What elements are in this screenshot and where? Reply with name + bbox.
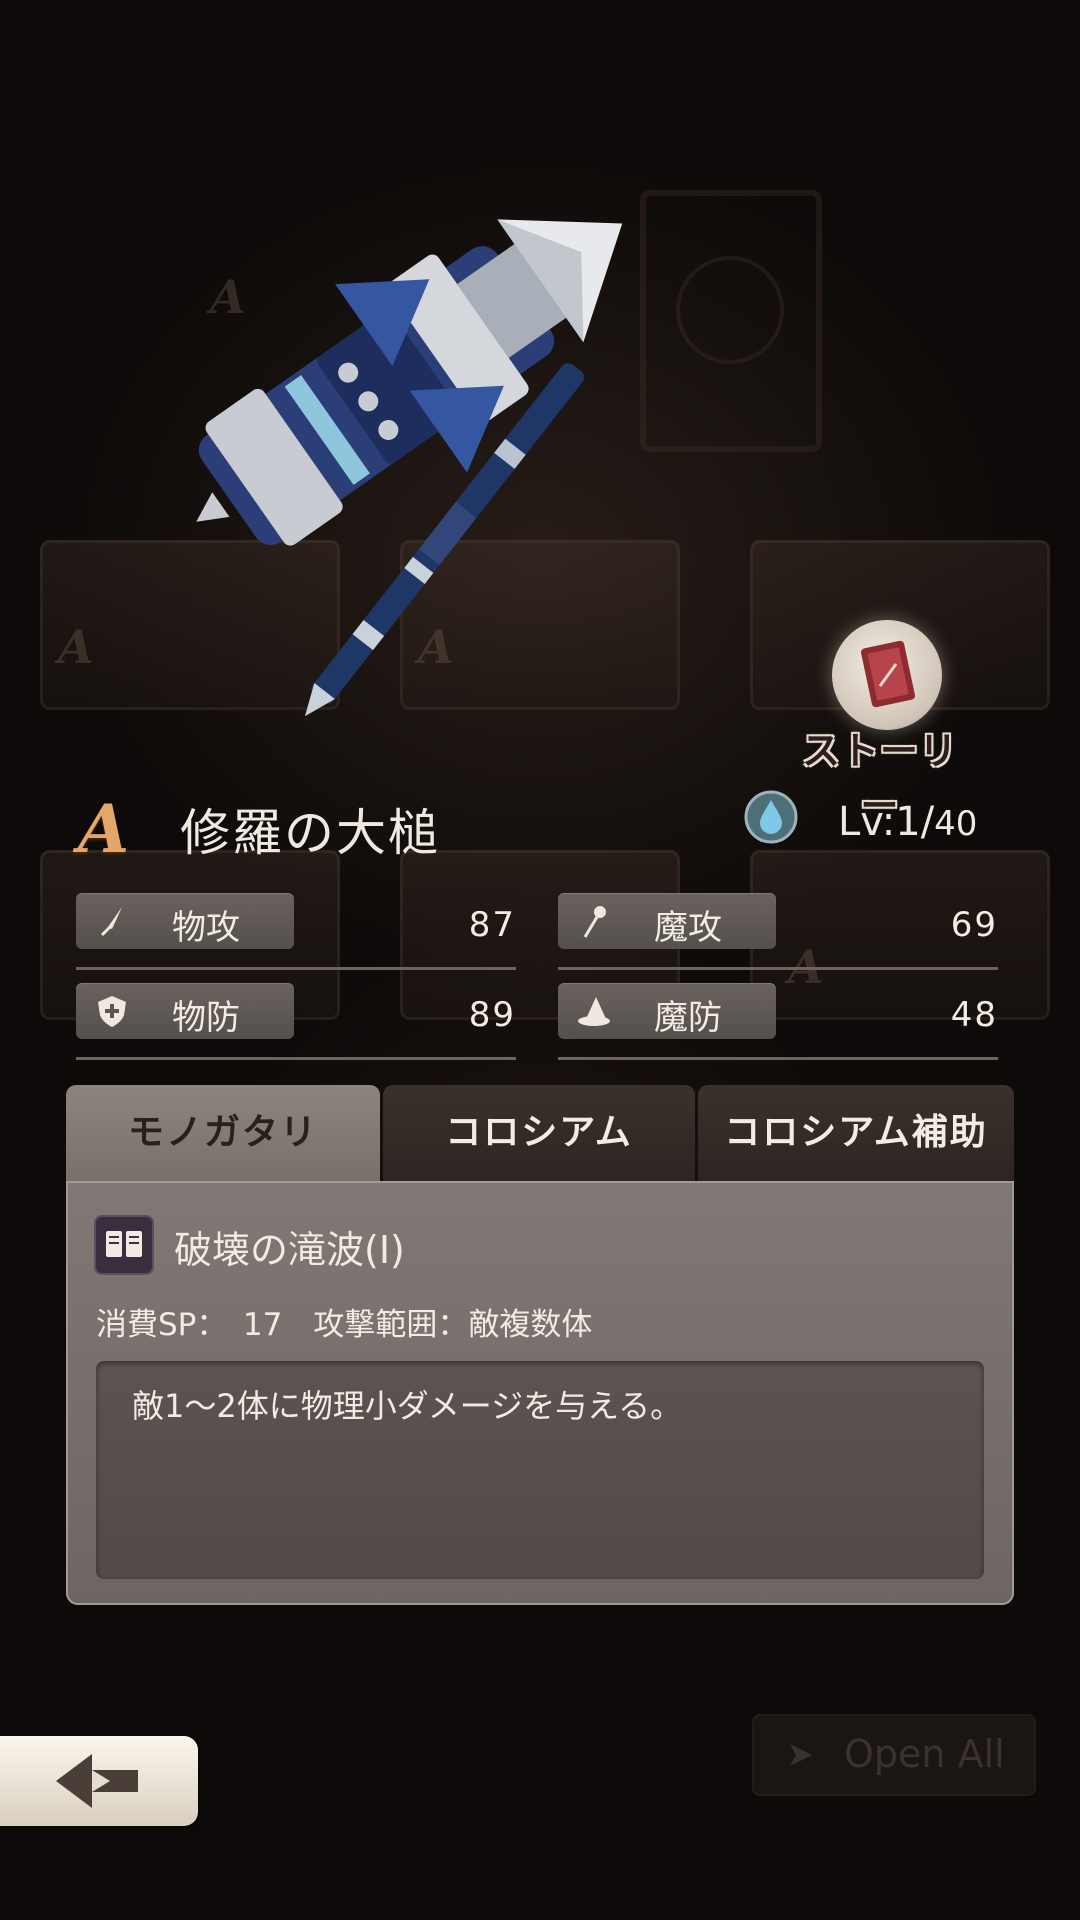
stat-label-box: 魔攻: [558, 893, 776, 949]
stat-value: 48: [950, 995, 998, 1035]
weapon-level: Lv:1/40: [838, 799, 977, 845]
stat-value: 87: [468, 905, 516, 945]
stat-label: 魔防: [654, 998, 722, 1038]
back-arrow-icon: [56, 1754, 138, 1808]
divider: [558, 967, 998, 970]
background-rank-letter: A: [58, 620, 94, 674]
stat-value: 89: [468, 995, 516, 1035]
back-button[interactable]: [0, 1736, 198, 1826]
book-icon: [94, 1215, 154, 1275]
weapon-name: 修羅の大槌: [180, 804, 440, 862]
hat-icon: [578, 997, 610, 1026]
story-book-icon: [832, 620, 942, 730]
stat-label-box: 物防: [76, 983, 294, 1039]
stat-label-box: 魔防: [558, 983, 776, 1039]
sword-icon: [100, 907, 122, 937]
stat-value: 69: [950, 905, 998, 945]
divider: [558, 1057, 998, 1060]
skill-panel: 破壊の滝波(Ⅰ) 消費SP： 17 攻撃範囲：敵複数体 敵1～2体に物理小ダメー…: [66, 1181, 1014, 1605]
staff-icon: [583, 906, 606, 938]
skill-description-box: 敵1～2体に物理小ダメージを与える。: [96, 1361, 984, 1579]
divider: [76, 967, 516, 970]
stat-label: 物攻: [172, 908, 240, 948]
stat-physical-defense: 物防 89: [76, 983, 516, 1061]
open-all-label: Open All: [844, 1732, 1005, 1776]
skill-meta: 消費SP： 17 攻撃範囲：敵複数体: [96, 1307, 593, 1343]
level-max: 40: [934, 804, 978, 844]
shield-icon: [98, 996, 126, 1027]
stat-label-box: 物攻: [76, 893, 294, 949]
tab-colosseum[interactable]: コロシアム: [383, 1085, 695, 1181]
skill-name: 破壊の滝波(Ⅰ): [174, 1228, 405, 1272]
stat-physical-attack: 物攻 87: [76, 893, 516, 971]
divider: [76, 1057, 516, 1060]
level-prefix: Lv:1/: [838, 799, 935, 845]
water-drop-icon: [744, 790, 798, 844]
weapon-rank: A: [78, 790, 130, 868]
story-button[interactable]: ストーリー: [790, 620, 970, 828]
stat-label: 物防: [172, 998, 240, 1038]
stat-magic-defense: 魔防 48: [558, 983, 998, 1061]
tab-monogatari[interactable]: モノガタリ: [66, 1085, 380, 1181]
arrow-right-icon: [790, 1744, 812, 1766]
open-all-button[interactable]: Open All: [752, 1714, 1036, 1796]
tab-colosseum-support[interactable]: コロシアム補助: [698, 1085, 1014, 1181]
stat-magic-attack: 魔攻 69: [558, 893, 998, 971]
skill-description: 敵1～2体に物理小ダメージを与える。: [132, 1387, 683, 1425]
stat-label: 魔攻: [654, 908, 722, 948]
